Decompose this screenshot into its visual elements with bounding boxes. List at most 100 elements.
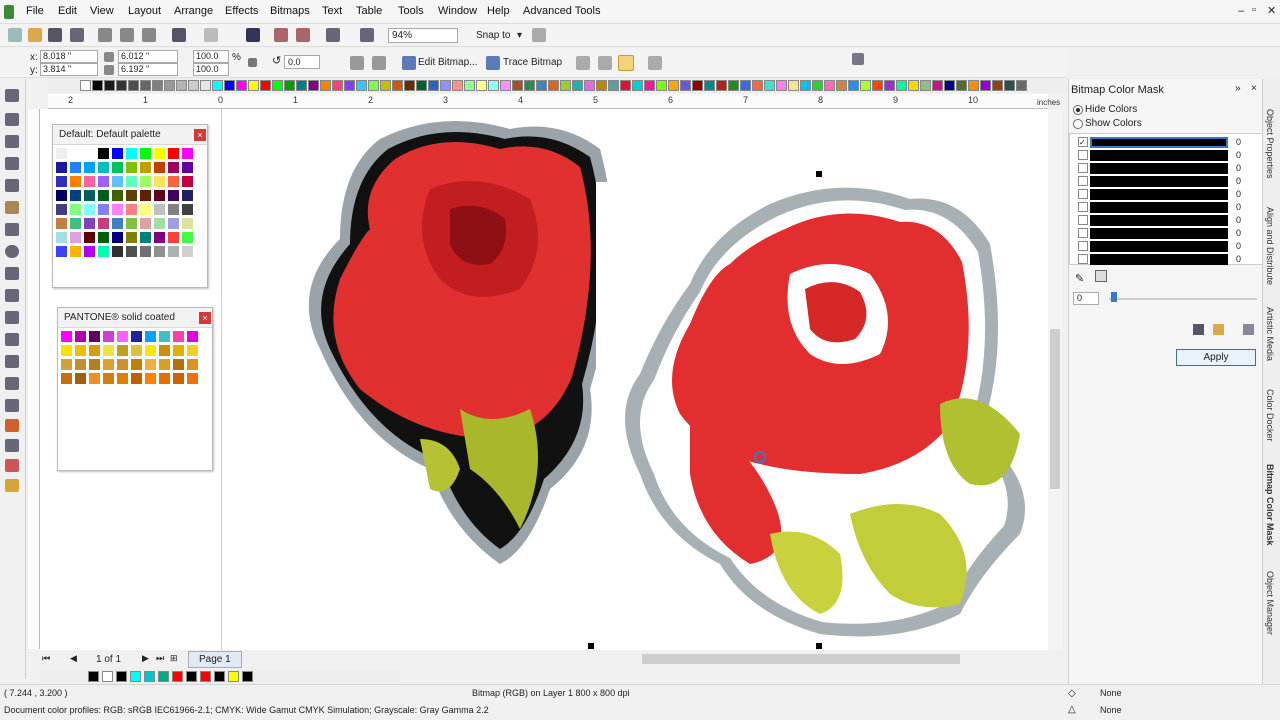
mask-row-checkbox[interactable] — [1078, 215, 1088, 225]
color-swatch[interactable] — [69, 203, 82, 216]
color-swatch[interactable] — [69, 161, 82, 174]
palette-swatch[interactable] — [440, 80, 451, 91]
publish-icon[interactable] — [326, 28, 340, 42]
palette-swatch[interactable] — [128, 80, 139, 91]
close-icon[interactable]: × — [194, 129, 206, 141]
color-swatch[interactable] — [83, 147, 96, 160]
color-swatch[interactable] — [74, 358, 87, 371]
color-swatch[interactable] — [167, 231, 180, 244]
palette-swatch[interactable] — [920, 80, 931, 91]
palette-swatch[interactable] — [272, 80, 283, 91]
palette-swatch[interactable] — [788, 80, 799, 91]
palette-swatch[interactable] — [464, 80, 475, 91]
app-icon[interactable] — [4, 5, 14, 19]
palette-swatch[interactable] — [368, 80, 379, 91]
color-swatch[interactable] — [153, 147, 166, 160]
crop-bitmap-icon[interactable] — [576, 56, 590, 70]
color-swatch[interactable] — [88, 358, 101, 371]
color-swatch[interactable] — [74, 372, 87, 385]
selection-handle-left[interactable] — [588, 643, 594, 649]
paste-icon[interactable] — [142, 28, 156, 42]
palette-swatch[interactable] — [692, 80, 703, 91]
scale-y-field[interactable]: 100.0 — [193, 63, 229, 76]
open-icon[interactable] — [28, 28, 42, 42]
restore-icon[interactable]: ▫ — [1252, 4, 1256, 16]
palette-swatch[interactable] — [668, 80, 679, 91]
palette-swatch[interactable] — [80, 80, 91, 91]
color-picker-eyedropper-icon[interactable]: ✎ — [1075, 272, 1084, 285]
color-swatch[interactable] — [167, 189, 180, 202]
color-swatch[interactable] — [83, 161, 96, 174]
text-tool-icon[interactable] — [5, 289, 19, 302]
color-swatch[interactable] — [69, 189, 82, 202]
palette-swatch[interactable] — [356, 80, 367, 91]
mask-row-checkbox[interactable] — [1078, 228, 1088, 238]
document-palette-swatch[interactable] — [116, 671, 127, 682]
tab-bitmap-color-mask[interactable]: Bitmap Color Mask — [1265, 464, 1275, 546]
height-field[interactable]: 6.192 " — [118, 63, 178, 76]
mask-color-list[interactable]: ✓ 0 0 0 0 0 0 0 0 0 0 — [1069, 133, 1263, 265]
menu-window[interactable]: Window — [438, 5, 477, 17]
color-swatch[interactable] — [116, 344, 129, 357]
palette-swatch[interactable] — [284, 80, 295, 91]
mask-row-checkbox[interactable] — [1078, 176, 1088, 186]
palette-swatch[interactable] — [728, 80, 739, 91]
color-swatch[interactable] — [97, 231, 110, 244]
wrap-text-icon[interactable] — [648, 56, 662, 70]
color-swatch[interactable] — [102, 344, 115, 357]
color-swatch[interactable] — [97, 245, 110, 258]
palette-swatch[interactable] — [944, 80, 955, 91]
palette-swatch[interactable] — [416, 80, 427, 91]
palette-swatch[interactable] — [980, 80, 991, 91]
menu-tools[interactable]: Tools — [398, 5, 424, 17]
open-mask-icon[interactable] — [1213, 324, 1224, 335]
color-swatch[interactable] — [60, 358, 73, 371]
pantone-palette-grid[interactable] — [60, 330, 200, 470]
scroll-thumb-horizontal[interactable] — [642, 654, 960, 664]
color-swatch[interactable] — [181, 161, 194, 174]
palette-swatch[interactable] — [836, 80, 847, 91]
color-swatch[interactable] — [55, 189, 68, 202]
tab-artistic-media[interactable]: Artistic Media — [1265, 307, 1275, 361]
palette-swatch[interactable] — [200, 80, 211, 91]
next-page-icon[interactable]: ▶ — [142, 653, 149, 664]
y-position-field[interactable]: 3.814 " — [40, 63, 98, 76]
selection-handle-top[interactable] — [816, 171, 822, 177]
document-palette-swatch[interactable] — [130, 671, 141, 682]
color-swatch[interactable] — [116, 358, 129, 371]
color-swatch[interactable] — [83, 189, 96, 202]
menu-effects[interactable]: Effects — [225, 5, 258, 17]
palette-swatch[interactable] — [488, 80, 499, 91]
mask-row-checkbox[interactable] — [1078, 254, 1088, 264]
color-swatch[interactable] — [186, 330, 199, 343]
tolerance-slider-thumb[interactable] — [1111, 292, 1117, 302]
color-swatch[interactable] — [97, 147, 110, 160]
mask-color-row[interactable]: 0 — [1078, 254, 1256, 266]
pantone-palette-docker[interactable]: PANTONE® solid coated × — [57, 307, 213, 471]
color-swatch[interactable] — [83, 231, 96, 244]
palette-swatch[interactable] — [524, 80, 535, 91]
menu-edit[interactable]: Edit — [58, 5, 77, 17]
color-swatch[interactable] — [111, 161, 124, 174]
palette-swatch[interactable] — [452, 80, 463, 91]
color-swatch[interactable] — [125, 203, 138, 216]
outline-pen-icon[interactable] — [5, 479, 19, 492]
bitmap-color-mask-icon[interactable] — [618, 55, 634, 71]
mask-row-checkbox[interactable] — [1078, 150, 1088, 160]
color-swatch[interactable] — [111, 231, 124, 244]
color-swatch[interactable] — [83, 175, 96, 188]
edit-bitmap-button[interactable]: Edit Bitmap... — [418, 57, 477, 68]
mask-color-row[interactable]: 0 — [1078, 202, 1256, 214]
document-palette-swatch[interactable] — [200, 671, 211, 682]
scroll-thumb-vertical[interactable] — [1050, 329, 1060, 489]
rose-bitmap-original[interactable] — [300, 109, 610, 564]
color-swatch[interactable] — [144, 372, 157, 385]
color-swatch[interactable] — [111, 245, 124, 258]
document-palette-swatch[interactable] — [214, 671, 225, 682]
palette-swatch[interactable] — [812, 80, 823, 91]
zoom-level-select[interactable]: 94% — [388, 28, 458, 43]
color-swatch[interactable] — [97, 175, 110, 188]
color-swatch[interactable] — [167, 147, 180, 160]
palette-swatch[interactable] — [212, 80, 223, 91]
color-profiles-info[interactable]: Document color profiles: RGB: sRGB IEC61… — [4, 705, 489, 715]
